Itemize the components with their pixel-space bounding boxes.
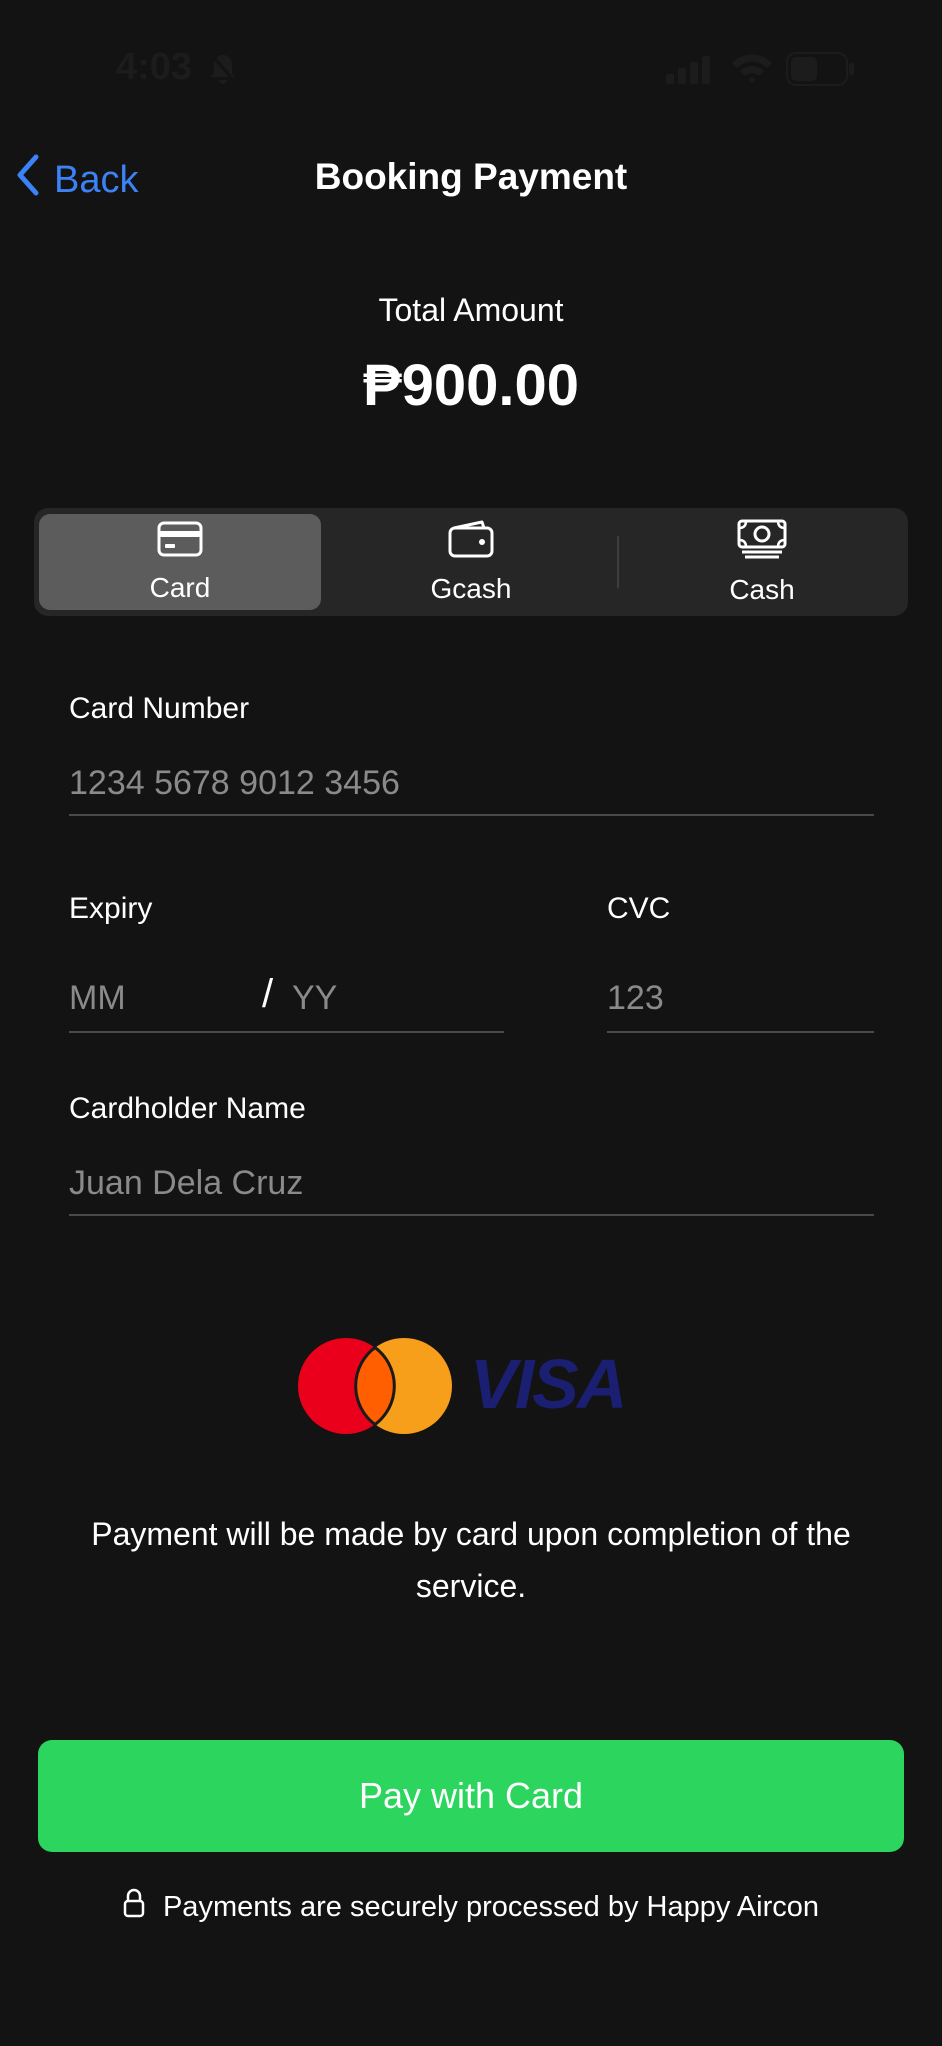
visa-logo: VISA (470, 1345, 627, 1423)
secure-note: Payments are securely processed by Happy… (0, 1888, 942, 1926)
payment-method-selector: Card Gcash Cash (34, 508, 908, 616)
expiry-label: Expiry (69, 892, 153, 925)
bell-muted-icon (208, 52, 238, 91)
wifi-icon (730, 52, 774, 89)
battery-icon (786, 52, 856, 91)
tab-gcash-label: Gcash (430, 572, 512, 604)
banknote-icon (737, 519, 787, 566)
cvc-input[interactable] (607, 966, 874, 1033)
page-title: Booking Payment (314, 156, 628, 197)
tab-cash-label: Cash (729, 573, 795, 605)
card-number-input[interactable] (69, 752, 874, 816)
cardholder-name-input[interactable] (69, 1152, 874, 1216)
segment-divider (617, 536, 619, 588)
payment-info-text: Payment will be made by card upon comple… (91, 1516, 851, 1604)
booking-payment-screen: 4:03 Back Booking Payment Total Amount ₱… (0, 0, 942, 2046)
tab-card[interactable]: Card (39, 514, 321, 610)
expiry-month-input[interactable] (69, 966, 249, 1030)
mastercard-logo (298, 1336, 458, 1441)
tab-gcash[interactable]: Gcash (330, 514, 612, 610)
tab-cash[interactable]: Cash (621, 514, 903, 610)
cardholder-name-label: Cardholder Name (69, 1092, 306, 1125)
expiry-separator: / (262, 972, 274, 1016)
cvc-label: CVC (607, 892, 671, 925)
total-amount-value: ₱900.00 (362, 353, 580, 418)
pay-with-card-button[interactable]: Pay with Card (38, 1740, 904, 1852)
secure-note-text: Payments are securely processed by Happy… (162, 1890, 820, 1923)
total-amount-label: Total Amount (378, 292, 564, 328)
card-number-label: Card Number (69, 692, 250, 725)
expiry-field: / (69, 966, 504, 1033)
expiry-year-input[interactable] (292, 966, 492, 1030)
status-time: 4:03 (116, 46, 193, 88)
tab-card-label: Card (149, 571, 211, 603)
signal-icon (666, 56, 714, 89)
credit-card-icon (157, 521, 203, 564)
wallet-icon (448, 520, 494, 565)
lock-icon (123, 1888, 145, 1926)
